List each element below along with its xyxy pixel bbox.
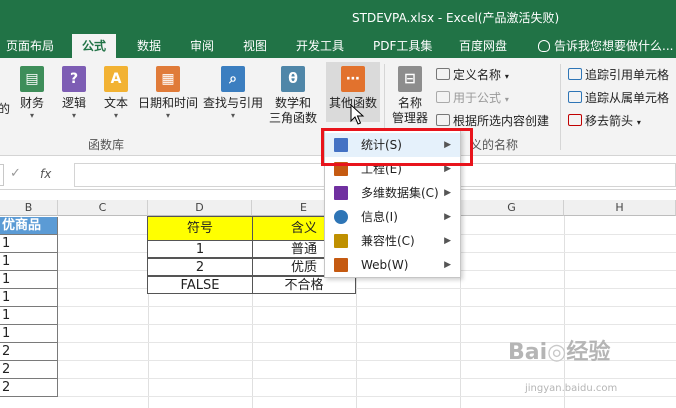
remove-arrows-icon — [568, 114, 582, 126]
cell-b[interactable]: 1 — [0, 325, 58, 343]
web-globe-icon — [334, 258, 348, 272]
tell-me-text: 告诉我您想要做什么... — [554, 39, 674, 53]
menu-item-web[interactable]: Web(W) ▶ — [325, 253, 460, 277]
gridline — [0, 378, 676, 379]
define-name-button[interactable]: 定义名称 ▾ — [436, 66, 509, 83]
chevron-down-icon: ▾ — [504, 95, 509, 104]
chevron-down-icon: ▾ — [504, 72, 509, 81]
datetime-button[interactable]: ▦ 日期和时间 ▾ — [134, 66, 202, 120]
gridline — [564, 216, 565, 408]
table-cell[interactable]: FALSE — [147, 276, 253, 294]
ribbon-tabs: 页面布局 公式 数据 审阅 视图 开发工具 PDF工具集 百度网盘 告诉我您想要… — [0, 34, 676, 58]
info-icon — [334, 210, 348, 224]
column-header-g[interactable]: G — [460, 200, 564, 216]
menu-item-information[interactable]: 信息(I) ▶ — [325, 205, 460, 229]
text-a-icon: A — [104, 66, 128, 92]
name-manager-button[interactable]: ⊟ 名称 管理器 — [388, 66, 432, 126]
create-from-selection-button[interactable]: 根据所选内容创建 — [436, 112, 549, 129]
function-library-group-label: 函数库 — [88, 138, 125, 152]
tab-data[interactable]: 数据 — [137, 34, 161, 58]
cell-b-header[interactable]: 优商品 — [0, 217, 58, 235]
tab-page-layout[interactable]: 页面布局 — [6, 34, 54, 58]
cube-icon — [334, 186, 348, 200]
tell-me-box[interactable]: 告诉我您想要做什么... — [538, 34, 673, 58]
window-title: STDEVPA.xlsx - Excel(产品激活失败) — [352, 11, 560, 25]
question-mark-icon: ? — [62, 66, 86, 92]
tab-developer[interactable]: 开发工具 — [296, 34, 344, 58]
lightbulb-icon — [538, 40, 550, 52]
chevron-right-icon: ▶ — [444, 236, 451, 246]
defined-names-group-label: 义的名称 — [470, 138, 519, 152]
mouse-cursor-icon — [350, 104, 365, 125]
theta-icon: θ — [281, 66, 305, 92]
text-button[interactable]: A 文本 ▾ — [100, 66, 132, 120]
name-box[interactable] — [0, 164, 4, 186]
title-bar: STDEVPA.xlsx - Excel(产品激活失败) — [0, 0, 676, 34]
insert-function-button[interactable]: fx — [40, 167, 51, 181]
annotation-highlight-box — [321, 128, 473, 166]
gridline — [0, 306, 676, 307]
gridline — [0, 324, 676, 325]
chevron-down-icon: ▾ — [29, 111, 34, 120]
use-in-formula-button[interactable]: 用于公式 ▾ — [436, 89, 509, 106]
chevron-right-icon: ▶ — [444, 188, 451, 198]
chevron-down-icon: ▾ — [165, 111, 170, 120]
recent-functions-partial-label: 的 — [0, 102, 11, 116]
tag-icon — [436, 68, 450, 80]
cell-b[interactable]: 2 — [0, 361, 58, 379]
menu-item-compatibility[interactable]: 兼容性(C) ▶ — [325, 229, 460, 253]
chevron-down-icon: ▾ — [71, 111, 76, 120]
table-cell[interactable]: 2 — [147, 258, 253, 276]
math-trig-button[interactable]: θ 数学和 三角函数 — [265, 66, 321, 126]
tab-baidu-netdisk[interactable]: 百度网盘 — [459, 34, 507, 58]
table-cell[interactable]: 不合格 — [252, 276, 356, 294]
trace-dependents-icon — [568, 91, 582, 103]
grid-icon — [436, 114, 450, 126]
column-header-b[interactable]: B — [0, 200, 58, 216]
more-functions-icon: ⋯ — [341, 66, 365, 92]
column-header-h[interactable]: H — [564, 200, 676, 216]
cell-b[interactable]: 1 — [0, 289, 58, 307]
finance-icon: ▤ — [20, 66, 44, 92]
column-header-d[interactable]: D — [148, 200, 252, 216]
table-cell[interactable]: 1 — [147, 240, 253, 258]
trace-precedents-icon — [568, 68, 582, 80]
cell-b[interactable]: 2 — [0, 343, 58, 361]
lookup-button[interactable]: ⌕ 查找与引用 ▾ — [201, 66, 265, 120]
cell-b[interactable]: 1 — [0, 253, 58, 271]
baidu-watermark-url: jingyan.baidu.com — [525, 383, 618, 394]
warning-icon — [334, 234, 348, 248]
tab-view[interactable]: 视图 — [243, 34, 267, 58]
cell-b[interactable]: 1 — [0, 271, 58, 289]
cell-b[interactable]: 1 — [0, 235, 58, 253]
calendar-icon: ▦ — [156, 66, 180, 92]
baidu-watermark-logo: Bai◎经验 — [508, 340, 611, 365]
chevron-down-icon: ▾ — [230, 111, 235, 120]
magnifier-icon: ⌕ — [221, 66, 245, 92]
column-header-c[interactable]: C — [58, 200, 148, 216]
formula-icon — [436, 91, 450, 103]
enter-check-icon[interactable]: ✓ — [10, 166, 21, 181]
tab-formulas[interactable]: 公式 — [72, 34, 117, 58]
cell-b[interactable]: 2 — [0, 379, 58, 397]
chevron-down-icon: ▾ — [636, 118, 641, 127]
tab-pdf-tools[interactable]: PDF工具集 — [373, 34, 432, 58]
logic-button[interactable]: ? 逻辑 ▾ — [58, 66, 90, 120]
cell-b[interactable]: 1 — [0, 307, 58, 325]
table-header-symbol[interactable]: 符号 — [147, 216, 253, 241]
tab-review[interactable]: 审阅 — [190, 34, 214, 58]
finance-button[interactable]: ▤ 财务 ▾ — [16, 66, 48, 120]
menu-item-cube[interactable]: 多维数据集(C) ▶ — [325, 181, 460, 205]
remove-arrows-button[interactable]: 移去箭头 ▾ — [568, 112, 641, 129]
trace-precedents-button[interactable]: 追踪引用单元格 — [568, 66, 669, 83]
chevron-right-icon: ▶ — [444, 260, 451, 270]
gridline — [0, 396, 676, 397]
chevron-right-icon: ▶ — [444, 212, 451, 222]
chevron-down-icon: ▾ — [113, 111, 118, 120]
trace-dependents-button[interactable]: 追踪从属单元格 — [568, 89, 669, 106]
name-tag-icon: ⊟ — [398, 66, 422, 92]
ribbon-separator — [560, 64, 561, 150]
